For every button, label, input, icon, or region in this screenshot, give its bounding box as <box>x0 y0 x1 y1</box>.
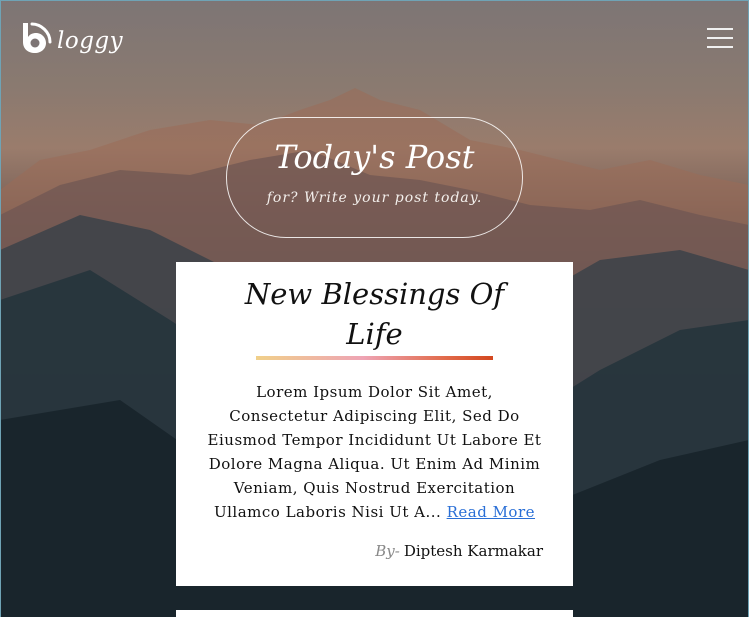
hamburger-icon[interactable] <box>707 28 733 48</box>
logo[interactable]: loggy <box>19 20 123 56</box>
todays-post-button[interactable]: Today's Post for? Write your post today. <box>226 117 523 238</box>
logo-text: loggy <box>57 28 124 54</box>
post-card: New Blessings Of Life Lorem Ipsum Dolor … <box>176 262 573 586</box>
next-post-card <box>176 610 573 617</box>
read-more-link[interactable]: Read More <box>447 503 535 521</box>
hero-subtitle: for? Write your post today. <box>266 190 483 206</box>
hero-title: Today's Post <box>274 138 475 176</box>
post-title: New Blessings Of Life <box>244 277 505 351</box>
byline: By- Diptesh Karmakar <box>375 542 543 560</box>
title-underline <box>256 356 493 360</box>
by-label: By- <box>375 542 400 560</box>
post-excerpt-container: Lorem Ipsum Dolor Sit Amet, Consectetur … <box>206 380 543 524</box>
post-excerpt: Lorem Ipsum Dolor Sit Amet, Consectetur … <box>207 383 542 521</box>
author-name: Diptesh Karmakar <box>403 542 543 560</box>
b-signal-icon <box>23 22 52 53</box>
